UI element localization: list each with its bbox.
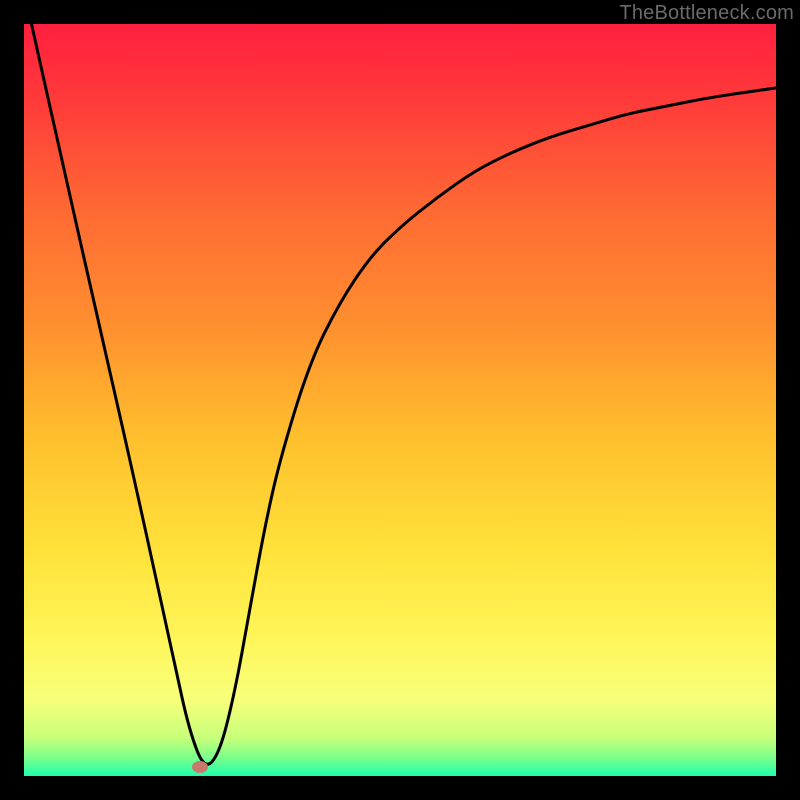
bottleneck-chart — [24, 24, 776, 776]
chart-frame — [24, 24, 776, 776]
gradient-background — [24, 24, 776, 776]
watermark-text: TheBottleneck.com — [619, 2, 794, 25]
minimum-marker — [192, 761, 208, 773]
